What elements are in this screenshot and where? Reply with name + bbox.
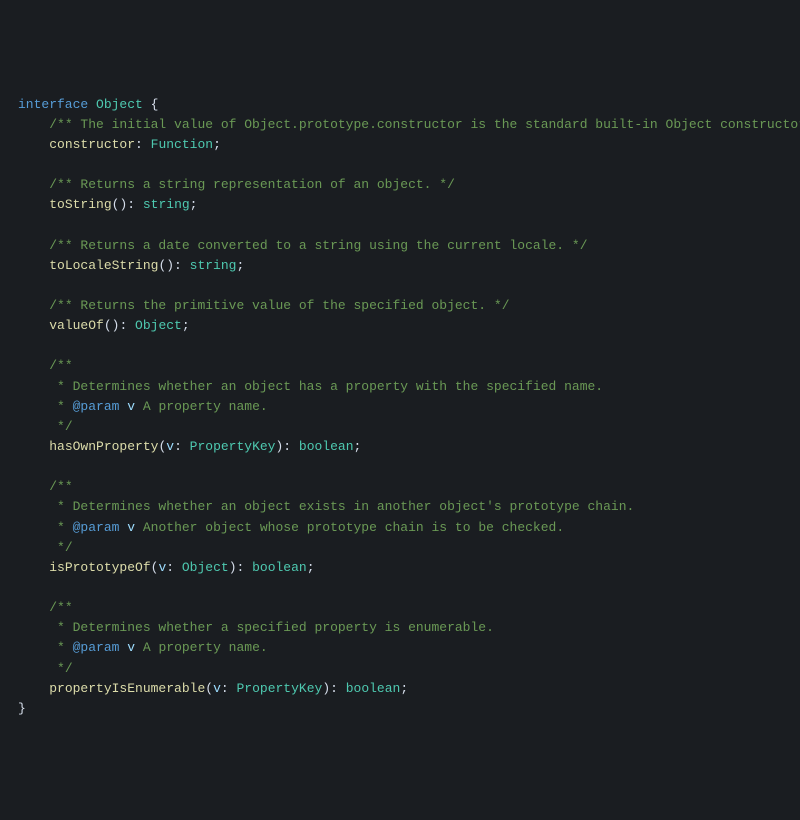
line: * Determines whether an object has a pro… <box>18 379 603 394</box>
doc-open: /** <box>49 358 72 373</box>
type-ref: string <box>143 197 190 212</box>
line: /** Returns a string representation of a… <box>18 177 455 192</box>
method-name: valueOf <box>49 318 104 333</box>
line: /** Returns a date converted to a string… <box>18 238 588 253</box>
type-ref: boolean <box>299 439 354 454</box>
line: /** <box>18 479 73 494</box>
line: toLocaleString(): string; <box>18 258 244 273</box>
doc-tag: @param <box>73 640 120 655</box>
doc-param: v <box>127 399 135 414</box>
doc-line: * Determines whether an object has a pro… <box>49 379 603 394</box>
method-name: propertyIsEnumerable <box>49 681 205 696</box>
blank-line <box>18 459 26 474</box>
type-ref: PropertyKey <box>190 439 276 454</box>
blank-line <box>18 278 26 293</box>
method-name: isPrototypeOf <box>49 560 150 575</box>
doc-comment: /** The initial value of Object.prototyp… <box>49 117 800 132</box>
doc-comment: /** Returns the primitive value of the s… <box>49 298 509 313</box>
line: */ <box>18 661 73 676</box>
line: */ <box>18 419 73 434</box>
type-ref: boolean <box>346 681 401 696</box>
property-name: constructor <box>49 137 135 152</box>
doc-param: v <box>127 520 135 535</box>
line: interface Object { <box>18 97 158 112</box>
open-brace: { <box>151 97 159 112</box>
doc-comment: /** Returns a date converted to a string… <box>49 238 587 253</box>
doc-comment: /** Returns a string representation of a… <box>49 177 455 192</box>
blank-line <box>18 157 26 172</box>
param-name: v <box>166 439 174 454</box>
line: valueOf(): Object; <box>18 318 190 333</box>
keyword-interface: interface <box>18 97 88 112</box>
doc-line: * @param v A property name. <box>49 640 267 655</box>
doc-line: * Determines whether a specified propert… <box>49 620 494 635</box>
line: /** Returns the primitive value of the s… <box>18 298 510 313</box>
doc-line: * Determines whether an object exists in… <box>49 499 634 514</box>
method-name: hasOwnProperty <box>49 439 158 454</box>
line: * Determines whether an object exists in… <box>18 499 634 514</box>
type-ref: string <box>190 258 237 273</box>
line: toString(): string; <box>18 197 197 212</box>
line: isPrototypeOf(v: Object): boolean; <box>18 560 315 575</box>
line: /** The initial value of Object.prototyp… <box>18 117 800 132</box>
method-name: toString <box>49 197 111 212</box>
line: * @param v Another object whose prototyp… <box>18 520 564 535</box>
blank-line <box>18 338 26 353</box>
type-ref: boolean <box>252 560 307 575</box>
line: */ <box>18 540 73 555</box>
type-ref: Function <box>151 137 213 152</box>
line: * @param v A property name. <box>18 640 268 655</box>
code-editor[interactable]: interface Object { /** The initial value… <box>18 95 800 719</box>
line: * Determines whether a specified propert… <box>18 620 494 635</box>
doc-param: v <box>127 640 135 655</box>
close-brace: } <box>18 701 26 716</box>
doc-open: /** <box>49 479 72 494</box>
doc-close: */ <box>49 540 72 555</box>
param-name: v <box>213 681 221 696</box>
line: * @param v A property name. <box>18 399 268 414</box>
line: /** <box>18 600 73 615</box>
blank-line <box>18 217 26 232</box>
interface-name: Object <box>96 97 143 112</box>
type-ref: Object <box>135 318 182 333</box>
type-ref: PropertyKey <box>236 681 322 696</box>
doc-line: * @param v A property name. <box>49 399 267 414</box>
type-ref: Object <box>182 560 229 575</box>
doc-tag: @param <box>73 520 120 535</box>
doc-close: */ <box>49 661 72 676</box>
method-name: toLocaleString <box>49 258 158 273</box>
line: } <box>18 701 26 716</box>
doc-line: * @param v Another object whose prototyp… <box>49 520 564 535</box>
blank-line <box>18 580 26 595</box>
line: hasOwnProperty(v: PropertyKey): boolean; <box>18 439 361 454</box>
doc-open: /** <box>49 600 72 615</box>
doc-tag: @param <box>73 399 120 414</box>
line: propertyIsEnumerable(v: PropertyKey): bo… <box>18 681 408 696</box>
doc-close: */ <box>49 419 72 434</box>
line: /** <box>18 358 73 373</box>
line: constructor: Function; <box>18 137 221 152</box>
